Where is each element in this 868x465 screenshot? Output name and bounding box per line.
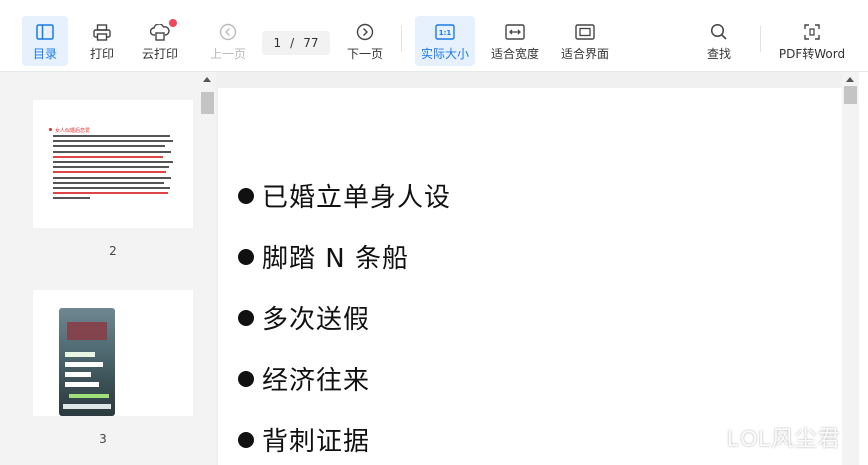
bullet-dot [238, 187, 254, 204]
sidebar-icon [34, 21, 56, 43]
pdf-to-word-label: PDF转Word [778, 47, 846, 61]
print-button[interactable]: 打印 [80, 16, 124, 66]
bullet-dot [238, 370, 254, 387]
fit-width-label: 适合宽度 [490, 47, 539, 61]
watermark: LOL风尘君 [727, 426, 841, 451]
notification-badge [169, 19, 177, 27]
bullet-text: 背刺证据 [262, 427, 371, 457]
bullet-text: 多次送假 [262, 305, 371, 335]
toc-button[interactable]: 目录 [22, 16, 68, 66]
fit-width-button[interactable]: 适合宽度 [486, 16, 544, 66]
scroll-up-icon[interactable] [203, 77, 211, 82]
next-page-label: 下一页 [346, 47, 383, 61]
bullet-dot [238, 248, 254, 265]
actual-size-label: 实际大小 [420, 47, 469, 61]
bullet-item: 已婚立单身人设 [238, 177, 451, 214]
current-page[interactable]: 1 [274, 36, 282, 50]
convert-icon [801, 21, 823, 43]
thumbnail-page-number: 3 [99, 432, 107, 446]
scroll-up-icon[interactable] [846, 77, 854, 82]
document-scrollbar[interactable] [842, 72, 859, 465]
thumbnail-page-2[interactable]: 女人似婚后恋爱 [33, 100, 193, 228]
bullet-item: 脚踏 N 条船 [238, 238, 409, 275]
chevron-left-icon [217, 21, 239, 43]
bullet-dot [238, 309, 254, 326]
bullet-text: 脚踏 N 条船 [262, 244, 409, 274]
thumbnail-page-number: 2 [109, 244, 117, 258]
search-button[interactable]: 查找 [698, 16, 740, 66]
fit-page-button[interactable]: 适合界面 [556, 16, 614, 66]
thumbnail-scrollbar[interactable] [199, 72, 216, 465]
actual-size-button[interactable]: 1:1 实际大小 [415, 16, 475, 66]
bullet-text: 经济往来 [262, 366, 371, 396]
fit-page-icon [574, 21, 596, 43]
bullet-item: 背刺证据 [238, 421, 370, 458]
scrollbar-thumb[interactable] [844, 86, 857, 104]
chat-screenshot-image [59, 308, 115, 416]
cloud-print-icon [149, 21, 171, 43]
page-separator: / [290, 36, 295, 50]
pdf-to-word-button[interactable]: PDF转Word [776, 16, 848, 66]
bullet-text: 已婚立单身人设 [262, 183, 452, 213]
total-pages: 77 [303, 36, 319, 50]
cloud-print-label: 云打印 [141, 47, 178, 61]
toc-label: 目录 [32, 47, 57, 61]
printer-icon [91, 21, 113, 43]
fit-page-label: 适合界面 [560, 47, 609, 61]
svg-text:1:1: 1:1 [439, 29, 452, 37]
page-indicator[interactable]: 1 / 77 [262, 31, 330, 55]
toolbar-divider [401, 26, 402, 52]
next-page-button[interactable]: 下一页 [342, 16, 388, 66]
thumbnail-title: 女人似婚后恋爱 [48, 128, 91, 134]
scrollbar-thumb[interactable] [201, 92, 214, 114]
fit-width-icon [504, 21, 526, 43]
bullet-item: 经济往来 [238, 360, 370, 397]
bullet-item: 多次送假 [238, 299, 370, 336]
search-icon [708, 21, 730, 43]
actual-size-icon: 1:1 [434, 21, 456, 43]
chevron-right-icon [354, 21, 376, 43]
toolbar-divider [760, 26, 761, 52]
print-label: 打印 [89, 47, 114, 61]
document-page [218, 88, 842, 465]
prev-page-button[interactable]: 上一页 [205, 16, 251, 66]
prev-page-label: 上一页 [209, 47, 246, 61]
thumbnail-text-lines [53, 135, 175, 202]
search-label: 查找 [706, 47, 731, 61]
bullet-dot [238, 431, 254, 448]
